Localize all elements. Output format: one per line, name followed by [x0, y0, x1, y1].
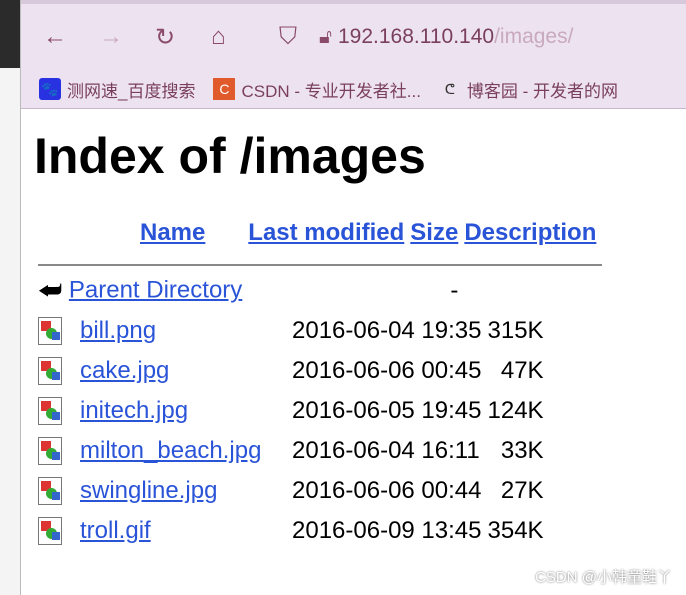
- nav-toolbar: ← → ↻ ⌂ ⛉ 🔓︎ 192.168.110.140/images/: [21, 0, 686, 70]
- table-row: bill.png 2016-06-04 19:35 315K: [34, 311, 550, 351]
- file-link[interactable]: initech.jpg: [80, 397, 188, 424]
- bookmark-csdn[interactable]: C CSDN - 专业开发者社...: [213, 77, 421, 102]
- divider: [38, 264, 603, 266]
- file-listing: Name Last modified Size Description ⮨ Paren…: [34, 219, 603, 311]
- size: 354K: [487, 517, 544, 544]
- size: 124K: [487, 397, 544, 424]
- baidu-icon: 🐾: [39, 78, 61, 100]
- image-file-icon: [38, 477, 62, 506]
- cnblogs-icon: ᕦ: [444, 81, 456, 97]
- modified: 2016-06-05 19:45: [292, 397, 482, 424]
- background-window: [0, 0, 21, 595]
- sort-description[interactable]: Description: [464, 219, 596, 246]
- modified: 2016-06-06 00:45: [292, 357, 482, 384]
- bookmark-baidu[interactable]: 🐾 测网速_百度搜索: [39, 77, 195, 102]
- table-row: ⮨ Parent Directory -: [38, 275, 459, 305]
- browser-window: ← → ↻ ⌂ ⛉ 🔓︎ 192.168.110.140/images/ 🐾 测网…: [21, 0, 686, 595]
- image-file-icon: [38, 437, 62, 466]
- file-link[interactable]: cake.jpg: [80, 357, 169, 384]
- image-file-icon: [38, 517, 62, 546]
- size: 47K: [500, 357, 544, 384]
- table-row: cake.jpg 2016-06-06 00:45 47K: [34, 351, 550, 391]
- back-button[interactable]: ←: [43, 23, 99, 51]
- csdn-icon: C: [213, 78, 236, 100]
- parent-directory-link[interactable]: Parent Directory: [69, 276, 242, 303]
- url-host: 192.168.110.140: [337, 25, 495, 48]
- sort-modified[interactable]: Last modified: [248, 219, 404, 246]
- modified: 2016-06-06 00:44: [292, 477, 482, 504]
- size: 315K: [487, 317, 544, 344]
- page-title: Index of /images: [34, 128, 426, 184]
- url-bar[interactable]: 192.168.110.140/images/: [338, 25, 573, 49]
- table-row: swingline.jpg 2016-06-06 00:44 27K: [34, 471, 550, 511]
- home-button[interactable]: ⌂: [211, 23, 279, 51]
- url-path: /images/: [494, 25, 574, 48]
- image-file-icon: [38, 317, 62, 346]
- forward-button[interactable]: →: [99, 23, 155, 51]
- file-link[interactable]: swingline.jpg: [80, 477, 217, 504]
- sort-name[interactable]: Name: [140, 219, 205, 246]
- file-rows: bill.png 2016-06-04 19:35 315K cake.jpg 2016…: [34, 311, 550, 551]
- image-file-icon: [38, 397, 62, 426]
- insecure-lock-icon[interactable]: 🔓︎: [319, 26, 332, 49]
- watermark: CSDN @小韩童鞋丫: [535, 569, 672, 586]
- size: 33K: [500, 437, 544, 464]
- file-link[interactable]: milton_beach.jpg: [80, 437, 261, 464]
- image-file-icon: [38, 357, 62, 386]
- file-link[interactable]: troll.gif: [80, 517, 151, 544]
- table-row: initech.jpg 2016-06-05 19:45 124K: [34, 391, 550, 431]
- file-link[interactable]: bill.png: [80, 317, 156, 344]
- bookmarks-bar: 🐾 测网速_百度搜索 C CSDN - 专业开发者社... ᕦ 博客园 - 开发者的网: [21, 70, 686, 109]
- shield-icon[interactable]: ⛉: [279, 23, 319, 51]
- sort-size[interactable]: Size: [410, 219, 458, 246]
- size: 27K: [500, 477, 544, 504]
- back-arrow-icon: ⮨: [38, 275, 63, 305]
- modified: 2016-06-04 19:35: [292, 317, 482, 344]
- page-content: Index of /images Name Last modified Size De…: [21, 127, 686, 551]
- modified: 2016-06-04 16:11: [292, 437, 480, 464]
- table-row: milton_beach.jpg 2016-06-04 16:11 33K: [34, 431, 550, 471]
- modified: 2016-06-09 13:45: [292, 517, 482, 544]
- table-row: troll.gif 2016-06-09 13:45 354K: [34, 511, 550, 551]
- reload-button[interactable]: ↻: [155, 23, 211, 52]
- bookmark-cnblogs[interactable]: ᕦ 博客园 - 开发者的网: [439, 77, 618, 102]
